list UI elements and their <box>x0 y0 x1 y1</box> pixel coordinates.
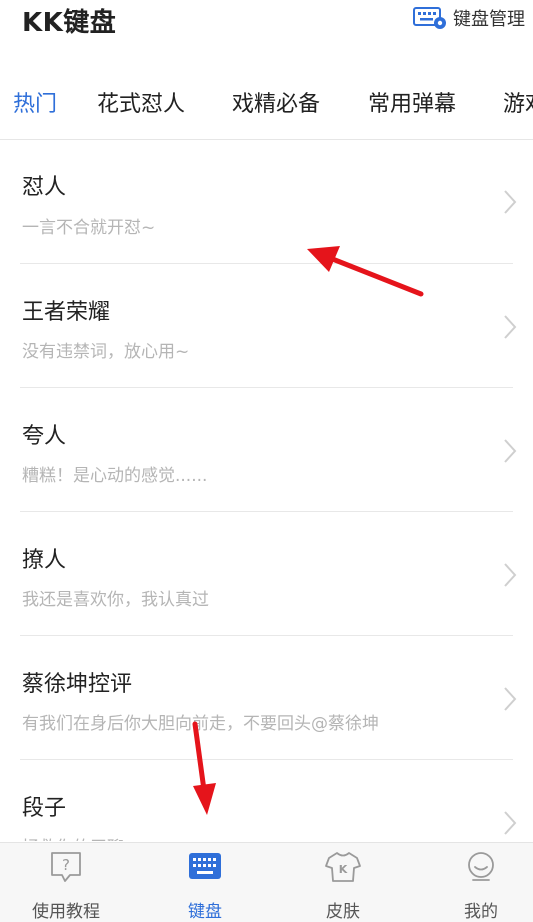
tab-games[interactable]: 游戏 <box>503 86 533 118</box>
list-item[interactable]: 蔡徐坤控评 有我们在身后你大胆向前走，不要回头@蔡徐坤 <box>0 636 533 759</box>
list-item-subtitle: 我还是喜欢你，我认真过 <box>22 590 209 610</box>
list-item-title: 怼人 <box>22 175 67 200</box>
keyboard-manage-label: 键盘管理 <box>453 9 525 30</box>
tab-common-danmaku[interactable]: 常用弹幕 <box>368 86 456 118</box>
list-item-title: 王者荣耀 <box>22 300 111 325</box>
nav-keyboard-label: 键盘 <box>188 902 222 922</box>
category-tabs: 热门 花式怼人 戏精必备 常用弹幕 游戏 <box>0 62 533 140</box>
tab-drama-essentials[interactable]: 戏精必备 <box>232 86 320 118</box>
chevron-right-icon <box>504 190 517 214</box>
nav-profile[interactable]: 我的 <box>431 843 531 922</box>
list-item[interactable]: 段子 拯救你的无聊 <box>0 760 533 841</box>
nav-profile-label: 我的 <box>464 902 498 922</box>
list-item[interactable]: 怼人 一言不合就开怼~ <box>0 141 533 263</box>
list-item[interactable]: 撩人 我还是喜欢你，我认真过 <box>0 512 533 635</box>
help-question-icon: ? <box>51 852 81 882</box>
app-header: KK键盘 键盘管理 <box>0 0 533 40</box>
tab-fancy-roast[interactable]: 花式怼人 <box>97 86 185 118</box>
chevron-right-icon <box>504 315 517 339</box>
tshirt-skin-icon: K <box>325 852 361 882</box>
chevron-right-icon <box>504 439 517 463</box>
app-title: KK键盘 <box>22 8 117 38</box>
nav-keyboard[interactable]: 键盘 <box>155 843 255 922</box>
keyboard-icon <box>189 853 221 879</box>
keyboard-settings-icon <box>413 5 447 31</box>
list-item-title: 夸人 <box>22 424 67 449</box>
svg-text:?: ? <box>62 856 70 874</box>
list-item-subtitle: 没有违禁词，放心用~ <box>22 342 190 362</box>
list-item-subtitle: 拯救你的无聊 <box>22 833 124 841</box>
list-item-subtitle: 糟糕！是心动的感觉...... <box>22 466 208 486</box>
keyboard-manage-button[interactable]: 键盘管理 <box>413 5 525 31</box>
list-item[interactable]: 王者荣耀 没有违禁词，放心用~ <box>0 264 533 387</box>
bottom-nav: ? 使用教程 键盘 K 皮肤 我的 <box>0 842 533 922</box>
list-item-title: 蔡徐坤控评 <box>22 672 133 697</box>
chevron-right-icon <box>504 687 517 711</box>
phrase-category-list: 怼人 一言不合就开怼~ 王者荣耀 没有违禁词，放心用~ 夸人 糟糕！是心动的感觉… <box>0 141 533 841</box>
svg-text:K: K <box>339 863 348 876</box>
chevron-right-icon <box>504 563 517 587</box>
list-item-subtitle: 一言不合就开怼~ <box>22 218 156 238</box>
nav-skin[interactable]: K 皮肤 <box>293 843 393 922</box>
nav-skin-label: 皮肤 <box>326 902 360 922</box>
chevron-right-icon <box>504 811 517 835</box>
nav-tutorial[interactable]: ? 使用教程 <box>16 843 116 922</box>
tab-hot[interactable]: 热门 <box>13 86 57 118</box>
list-item-title: 撩人 <box>22 548 67 573</box>
nav-tutorial-label: 使用教程 <box>32 902 100 922</box>
list-item-subtitle: 有我们在身后你大胆向前走，不要回头@蔡徐坤 <box>22 714 379 734</box>
list-item-title: 段子 <box>22 796 67 821</box>
profile-face-icon <box>468 852 494 881</box>
list-item[interactable]: 夸人 糟糕！是心动的感觉...... <box>0 388 533 511</box>
